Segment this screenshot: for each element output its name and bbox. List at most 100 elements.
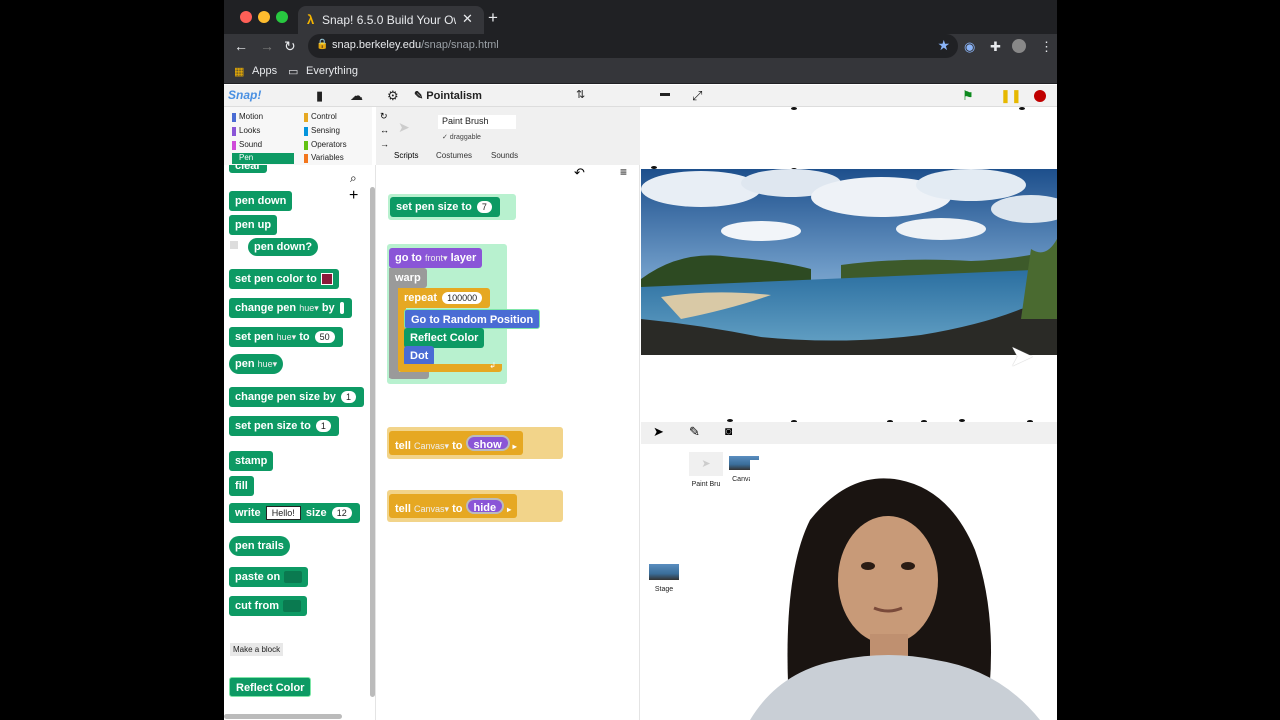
block-write[interactable]: write Hello! size 12 (229, 503, 360, 523)
new-tab-icon[interactable]: + (488, 8, 498, 28)
block-fill[interactable]: fill (229, 476, 254, 496)
value-slot[interactable]: 12 (331, 507, 352, 519)
puzzle-icon[interactable]: ✚ (990, 39, 1001, 55)
keyboard-icon[interactable]: ≡ (620, 165, 627, 179)
checkbox[interactable] (230, 241, 238, 249)
script-set-pen-size[interactable]: set pen size to 7 (390, 197, 500, 217)
forward-icon[interactable]: → (260, 38, 274, 54)
turtle-icon[interactable]: ➤ (653, 424, 664, 440)
category-operators[interactable]: Operators (304, 140, 366, 151)
gear-icon[interactable]: ⚙ (387, 88, 399, 104)
color-swatch[interactable] (320, 273, 333, 286)
script-area[interactable]: ↶ ≡ set pen size to 7 go to front▾ layer… (376, 165, 640, 720)
block-pen-down-predicate[interactable]: pen down? (248, 238, 319, 256)
add-icon[interactable]: + (349, 187, 358, 205)
search-icon[interactable]: ⌕ (350, 171, 357, 186)
script-repeat[interactable]: repeat 100000 (398, 288, 491, 308)
hide-ring[interactable]: hide (465, 498, 505, 514)
block-pen-reporter[interactable]: pen hue▾ (229, 354, 284, 374)
reload-icon[interactable]: ↻ (284, 38, 296, 55)
extension-icon[interactable]: ◉ (964, 39, 975, 55)
no-rotate-icon[interactable]: → (380, 139, 389, 149)
menu-dots-icon[interactable]: ⋮ (1040, 39, 1053, 55)
script-go-to-layer[interactable]: go to front▾ layer (389, 248, 483, 268)
minimize-window-button[interactable] (258, 11, 270, 23)
category-looks[interactable]: Looks (232, 126, 294, 137)
block-paste-on[interactable]: paste on (229, 567, 309, 587)
file-icon[interactable]: ▮ (316, 88, 323, 104)
fullscreen-icon[interactable]: ⤢ (692, 88, 702, 104)
category-variables[interactable]: Variables (304, 153, 366, 164)
draggable-checkbox[interactable]: ✓ draggable (442, 133, 481, 141)
script-reflect-color[interactable]: Reflect Color (404, 328, 485, 348)
palette-scrollbar[interactable] (370, 187, 375, 697)
paint-brush-sprite-icon[interactable]: ➤ (1009, 339, 1034, 374)
stage-thumbnail[interactable]: Stage (647, 564, 681, 593)
category-motion[interactable]: Motion (232, 112, 294, 123)
paintbrush-icon[interactable]: ✎ (689, 424, 700, 440)
text-slot[interactable]: Hello! (265, 506, 301, 520)
block-pen-up[interactable]: pen up (229, 215, 278, 235)
profile-avatar[interactable] (1012, 39, 1026, 53)
tab-scripts[interactable]: Scripts (394, 151, 418, 160)
value-slot[interactable] (339, 302, 345, 314)
dropdown-slot[interactable] (284, 571, 303, 584)
bookmark-apps[interactable]: Apps (252, 65, 277, 77)
block-pen-trails[interactable]: pen trails (229, 536, 290, 556)
value-slot[interactable]: 1 (340, 391, 356, 403)
url-bar[interactable]: 🔒 snap.berkeley.edu/snap/snap.html ★ (308, 34, 958, 58)
sprite-paint-brush[interactable]: ➤ Paint Bru (689, 452, 723, 488)
block-change-pen[interactable]: change pen hue▾ by (229, 298, 353, 318)
tab-sounds[interactable]: Sounds (491, 151, 518, 160)
snap-logo[interactable]: Snap! (228, 88, 261, 102)
sprite-name-field[interactable]: Paint Brush (438, 115, 516, 129)
pause-icon[interactable]: ❚❚ (1000, 88, 1022, 104)
palette-hscrollbar[interactable] (224, 714, 342, 719)
block-stamp[interactable]: stamp (229, 451, 274, 471)
block-reflect-color[interactable]: Reflect Color (229, 677, 312, 697)
bookmark-everything[interactable]: Everything (306, 65, 358, 77)
expand-arrow-icon[interactable]: ▸ (507, 505, 511, 514)
value-slot[interactable]: 1 (315, 420, 331, 432)
script-dot[interactable]: Dot (404, 346, 435, 366)
script-tell-show[interactable]: tell Canvas▾ to show ▸ (389, 431, 523, 455)
block-cut-from[interactable]: cut from (229, 596, 307, 616)
browser-tab[interactable]: λ Snap! 6.5.0 Build Your Own Bl ✕ (298, 6, 484, 34)
category-sensing[interactable]: Sensing (304, 126, 366, 137)
value-slot[interactable]: 50 (314, 331, 335, 343)
block-pen-down[interactable]: pen down (229, 191, 293, 211)
back-icon[interactable]: ← (234, 38, 248, 54)
dropdown-slot[interactable] (283, 600, 301, 613)
category-control[interactable]: Control (304, 112, 366, 123)
cloud-icon[interactable]: ☁ (350, 88, 363, 104)
green-flag-icon[interactable]: ⚑ (962, 88, 974, 104)
block-set-pen[interactable]: set pen hue▾ to 50 (229, 327, 343, 347)
value-slot[interactable]: 7 (476, 201, 492, 213)
script-warp[interactable]: warp (389, 268, 427, 288)
zoom-window-button[interactable] (276, 11, 288, 23)
bookmark-star-icon[interactable]: ★ (937, 37, 950, 54)
value-slot[interactable]: 100000 (442, 292, 483, 304)
stop-icon[interactable] (1034, 90, 1046, 102)
stage-size-icon[interactable]: ⇅ (576, 88, 585, 101)
category-sound[interactable]: Sound (232, 140, 294, 151)
normal-stage-icon[interactable]: ▬ (660, 88, 670, 99)
close-window-button[interactable] (240, 11, 252, 23)
make-a-block-button[interactable]: Make a block (230, 643, 284, 656)
block-change-pen-size[interactable]: change pen size by 1 (229, 387, 364, 407)
expand-arrow-icon[interactable]: ▸ (513, 442, 517, 451)
script-go-random[interactable]: Go to Random Position (404, 309, 541, 329)
show-ring[interactable]: show (465, 435, 510, 451)
flip-icon[interactable]: ↔ (380, 125, 389, 135)
camera-icon[interactable]: ◙ (725, 424, 732, 438)
category-pen[interactable]: Pen (232, 153, 294, 164)
script-tell-hide[interactable]: tell Canvas▾ to hide ▸ (389, 494, 518, 518)
undo-icon[interactable]: ↶ (574, 165, 585, 181)
stage[interactable]: ➤ (641, 107, 1057, 422)
rotate-icon[interactable]: ↻ (380, 111, 388, 122)
block-clear[interactable]: clear (229, 165, 267, 173)
block-set-pen-color[interactable]: set pen color to (229, 269, 339, 289)
tab-costumes[interactable]: Costumes (436, 151, 472, 160)
close-tab-icon[interactable]: ✕ (462, 11, 473, 27)
block-set-pen-size[interactable]: set pen size to 1 (229, 416, 339, 436)
